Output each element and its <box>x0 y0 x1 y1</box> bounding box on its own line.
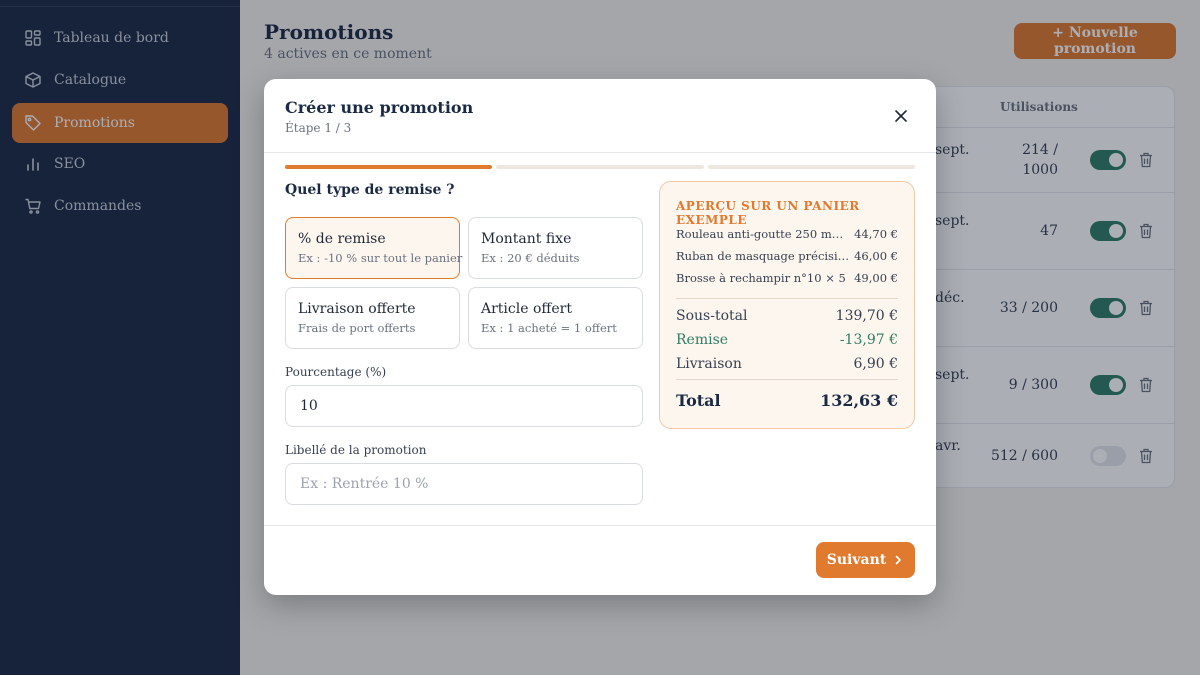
promotion-label-input[interactable] <box>285 463 643 505</box>
total-label: Total <box>676 391 721 410</box>
preview-item: Brosse à rechampir n°10 × 5 49,00 € <box>676 271 898 285</box>
preview-item-price: 44,70 € <box>854 227 898 241</box>
preview-discount: Remise -13,97 € <box>676 332 898 348</box>
total-value: 132,63 € <box>820 391 898 410</box>
next-button[interactable]: Suivant <box>816 542 915 578</box>
subtotal-label: Sous-total <box>676 308 748 324</box>
preview-item-price: 49,00 € <box>854 271 898 285</box>
preview-item: Rouleau anti-goutte 250 mm polyamide 44,… <box>676 227 898 241</box>
create-promotion-modal: Créer une promotion Étape 1 / 3 Quel typ… <box>264 79 936 595</box>
preview-divider <box>676 298 898 299</box>
option-fixed-amount[interactable]: Montant fixe Ex : 20 € déduits <box>468 217 643 279</box>
modal-footer-divider <box>264 525 936 526</box>
progress-step-3 <box>708 165 915 169</box>
preview-item-price: 46,00 € <box>854 249 898 263</box>
chevron-right-icon <box>892 554 904 566</box>
preview-item-name: Rouleau anti-goutte 250 mm polyamide <box>676 227 854 241</box>
modal-title: Créer une promotion <box>285 98 474 117</box>
modal-step: Étape 1 / 3 <box>285 121 352 135</box>
percent-input[interactable] <box>285 385 643 427</box>
option-desc: Frais de port offerts <box>298 321 416 335</box>
promotion-label-field-label: Libellé de la promotion <box>285 443 427 457</box>
option-desc: Ex : 20 € déduits <box>481 251 580 265</box>
discount-value: -13,97 € <box>839 332 898 348</box>
subtotal-value: 139,70 € <box>835 308 898 324</box>
preview-item-name: Ruban de masquage précision 38 mm <box>676 249 854 263</box>
preview-shipping: Livraison 6,90 € <box>676 356 898 372</box>
percent-field-label: Pourcentage (%) <box>285 365 387 379</box>
discount-label: Remise <box>676 332 729 348</box>
preview-subtotal: Sous-total 139,70 € <box>676 308 898 324</box>
cart-preview-panel: APERÇU SUR UN PANIER EXEMPLE Rouleau ant… <box>659 181 915 429</box>
shipping-label: Livraison <box>676 356 742 372</box>
option-free-shipping[interactable]: Livraison offerte Frais de port offerts <box>285 287 460 349</box>
option-desc: Ex : 1 acheté = 1 offert <box>481 321 617 335</box>
preview-item: Ruban de masquage précision 38 mm 46,00 … <box>676 249 898 263</box>
modal-header-divider <box>264 152 936 153</box>
option-free-item[interactable]: Article offert Ex : 1 acheté = 1 offert <box>468 287 643 349</box>
next-button-label: Suivant <box>826 552 887 568</box>
preview-total: Total 132,63 € <box>676 391 898 410</box>
option-title: Article offert <box>481 301 572 317</box>
option-title: Livraison offerte <box>298 301 416 317</box>
preview-divider <box>676 379 898 380</box>
option-desc: Ex : -10 % sur tout le panier <box>298 251 463 265</box>
close-icon[interactable] <box>892 107 910 125</box>
shipping-value: 6,90 € <box>853 356 898 372</box>
preview-title: APERÇU SUR UN PANIER EXEMPLE <box>676 199 860 227</box>
option-title: Montant fixe <box>481 231 572 247</box>
discount-type-question: Quel type de remise ? <box>285 182 455 198</box>
option-percent-discount[interactable]: % de remise Ex : -10 % sur tout le panie… <box>285 217 463 279</box>
progress-step-2 <box>496 165 704 169</box>
preview-item-name: Brosse à rechampir n°10 × 5 <box>676 271 846 285</box>
option-title: % de remise <box>298 231 386 247</box>
progress-step-1 <box>285 165 492 169</box>
